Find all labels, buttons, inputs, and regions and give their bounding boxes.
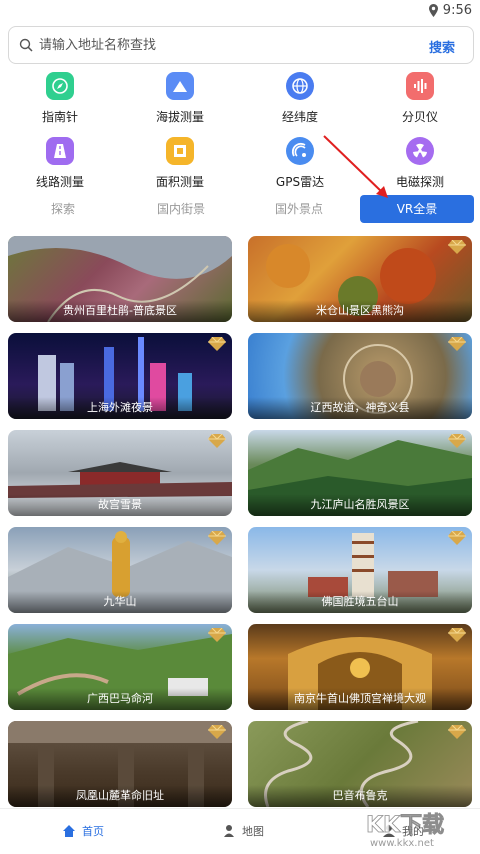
tab-domestic-street-view[interactable]: 国内街景: [126, 195, 236, 223]
tab-explore[interactable]: 探索: [8, 195, 118, 223]
card-title: 贵州百里杜鹃-普底景区: [8, 300, 232, 322]
search-input[interactable]: [39, 35, 419, 55]
kk-download-watermark: KK下载 www.kkx.net: [366, 812, 445, 848]
area-icon: [166, 137, 194, 165]
card-title: 巴音布鲁克: [248, 785, 472, 807]
card-title: 南京牛首山佛顶宫禅境大观: [248, 688, 472, 710]
svg-text:www.kkx.net: www.kkx.net: [370, 838, 434, 848]
card-title: 九华山: [8, 591, 232, 613]
status-bar: 9:56: [0, 0, 480, 22]
vr-card[interactable]: 佛国胜境五台山: [248, 527, 472, 613]
tool-emf[interactable]: 电磁探测: [360, 137, 480, 190]
tool-label: 电磁探测: [395, 175, 444, 189]
svg-text:KK下载: KK下载: [366, 812, 444, 838]
vip-diamond-icon: [448, 434, 466, 448]
radar-icon: [286, 137, 314, 165]
tool-label: 海拔测量: [155, 110, 204, 124]
soundwave-icon: [406, 72, 434, 100]
radiation-icon: [406, 137, 434, 165]
tool-compass[interactable]: 指南针: [0, 72, 120, 125]
tool-gps-radar[interactable]: GPS雷达: [240, 137, 360, 190]
search-bar: 搜索: [8, 26, 474, 64]
vr-card[interactable]: 辽西故道，神奇义县: [248, 333, 472, 419]
card-title: 广西巴马命河: [8, 688, 232, 710]
person-pin-icon: [224, 825, 234, 837]
home-icon: [63, 825, 75, 837]
card-title: 故宫雪景: [8, 494, 232, 516]
vip-diamond-icon: [208, 531, 226, 545]
vip-diamond-icon: [208, 434, 226, 448]
tool-route[interactable]: 线路测量: [0, 137, 120, 190]
vip-diamond-icon: [208, 628, 226, 642]
vr-card[interactable]: 巴音布鲁克: [248, 721, 472, 807]
vip-diamond-icon: [208, 337, 226, 351]
tool-label: 经纬度: [281, 110, 318, 124]
vr-card[interactable]: 上海外滩夜景: [8, 333, 232, 419]
tab-foreign-attractions[interactable]: 国外景点: [244, 195, 354, 223]
mountain-icon: [166, 72, 194, 100]
compass-icon: [46, 72, 74, 100]
nav-map[interactable]: 地图: [222, 823, 264, 839]
vr-card[interactable]: 九华山: [8, 527, 232, 613]
vr-card[interactable]: 南京牛首山佛顶宫禅境大观: [248, 624, 472, 710]
category-tabs: 探索 国内街景 国外景点 VR全景: [0, 195, 480, 223]
nav-home[interactable]: 首页: [62, 823, 104, 839]
vr-card[interactable]: 九江庐山名胜风景区: [248, 430, 472, 516]
card-title: 米仓山景区黑熊沟: [248, 300, 472, 322]
clock: 9:56: [442, 3, 472, 18]
vr-card[interactable]: 贵州百里杜鹃-普底景区: [8, 236, 232, 322]
card-title: 九江庐山名胜风景区: [248, 494, 472, 516]
vip-diamond-icon: [448, 337, 466, 351]
vr-card[interactable]: 故宫雪景: [8, 430, 232, 516]
vip-diamond-icon: [448, 240, 466, 254]
tool-altitude[interactable]: 海拔测量: [120, 72, 240, 125]
nav-home-label: 首页: [82, 825, 104, 838]
card-title: 佛国胜境五台山: [248, 591, 472, 613]
location-icon: [429, 4, 438, 17]
vip-diamond-icon: [208, 725, 226, 739]
vip-diamond-icon: [448, 628, 466, 642]
tool-area[interactable]: 面积测量: [120, 137, 240, 190]
tab-vr-panorama[interactable]: VR全景: [360, 195, 474, 223]
road-icon: [46, 137, 74, 165]
tool-label: GPS雷达: [275, 175, 325, 189]
card-title: 凤凰山麓革命旧址: [8, 785, 232, 807]
tool-latlng[interactable]: 经纬度: [240, 72, 360, 125]
tool-label: 线路测量: [35, 175, 84, 189]
tool-label: 面积测量: [155, 175, 204, 189]
vip-diamond-icon: [448, 531, 466, 545]
vr-card[interactable]: 米仓山景区黑熊沟: [248, 236, 472, 322]
tool-label: 分贝仪: [401, 110, 438, 124]
search-icon: [19, 38, 33, 52]
card-title: 上海外滩夜景: [8, 397, 232, 419]
search-button[interactable]: 搜索: [429, 37, 455, 56]
tool-label: 指南针: [41, 110, 78, 124]
tool-decibel[interactable]: 分贝仪: [360, 72, 480, 125]
vip-diamond-icon: [448, 725, 466, 739]
nav-map-label: 地图: [242, 825, 264, 838]
vr-card[interactable]: 广西巴马命河: [8, 624, 232, 710]
vr-card[interactable]: 凤凰山麓革命旧址: [8, 721, 232, 807]
card-title: 辽西故道，神奇义县: [248, 397, 472, 419]
globe-icon: [286, 72, 314, 100]
